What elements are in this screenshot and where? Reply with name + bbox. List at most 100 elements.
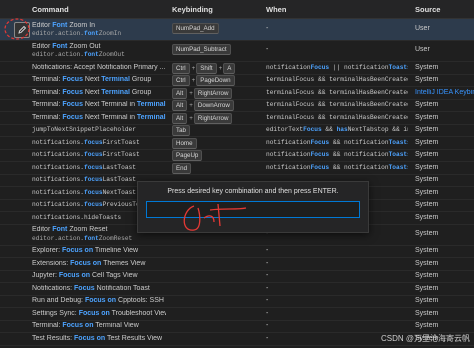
command-id: editor.action.fontZoomOut [32,51,166,58]
table-row[interactable]: notifications.focusLastToast End notificat… [0,161,474,175]
key-cap: PageUp [172,150,203,161]
when-cell: notificationFocus && notificationToastsV… [266,164,408,171]
command-cell: Editor Font Zoom Out [32,43,166,50]
text-segment: Zoom Out [67,42,101,50]
match-highlight: focus [83,138,103,146]
text-segment: NextTabstop && inS... [347,126,408,133]
source-cell: System [415,229,439,237]
key-cap: PageDown [196,75,235,86]
source-cell: System [415,101,439,108]
table-row[interactable]: Extensions: Focus on Themes View - System [0,257,474,271]
match-highlight: focus [83,151,103,158]
column-header-when[interactable]: When [266,5,286,14]
match-highlight: on [81,272,90,279]
column-header-keybinding[interactable]: Keybinding [172,5,213,14]
text-segment: notification [266,63,311,71]
table-row[interactable]: Explorer: Focus on Timeline View - System [0,245,474,258]
red-scribble-annotation [183,203,247,231]
match-highlight: Focus [74,334,95,342]
text-segment: notification [266,163,311,171]
text-segment: Notifications: Accept Notification Prima… [32,63,166,71]
table-row[interactable]: Editor Font Zoom In editor.action.fontZoo… [0,19,474,41]
column-header-source[interactable]: Source [415,5,440,14]
when-cell: notificationFocus || notificationToastsV… [266,64,408,71]
source-cell: System [415,272,439,279]
match-highlight: Focus [62,88,83,96]
text-segment: notifications.hideToasts [32,213,122,221]
source-cell: System [415,201,439,208]
when-cell: - [266,259,269,267]
keybinding-cell: Alt + RightArrow [172,112,262,124]
source-cell: System [415,138,439,146]
table-row[interactable]: Terminal: Focus Next Terminal Group Ctrl +… [0,74,474,87]
keybinding-cell: Home [172,137,262,149]
source-cell: System [415,247,439,254]
text-segment: Terminal: [32,113,63,121]
match-highlight: Focus [62,101,83,108]
match-highlight: Focus [62,113,83,121]
command-cell: Terminal: Focus on Terminal View [32,322,166,329]
watermark: CSDN @万里沧海寄云帆 [380,334,470,343]
match-highlight: on [96,334,106,342]
key-cap: NumPad_Subtract [172,44,231,55]
match-highlight: Focus [310,138,330,146]
match-highlight: Focus [310,163,330,171]
match-highlight: font [83,30,99,37]
command-cell: Settings Sync: Focus on Troubleshoot Vie… [32,310,166,317]
match-highlight: Focus [310,151,330,158]
match-highlight: Terminal [136,101,166,108]
table-row[interactable]: Run and Debug: Focus on Cpptools: SSH t.… [0,295,474,308]
when-cell: - [266,46,269,53]
command-cell: notifications.focusFirstToast [32,151,166,158]
match-highlight: Terminal [136,113,166,121]
text-segment: Cell Tags View [90,272,138,279]
table-row[interactable]: Editor Font Zoom Out editor.action.fontZo… [0,40,474,62]
match-highlight: Focus [84,297,106,304]
text-segment: Jupyter: [32,272,59,279]
table-row[interactable]: notifications.focusFirstToast PageUp notif… [0,149,474,162]
table-row[interactable]: Terminal: Focus Next Terminal in Termina… [0,111,474,125]
source-cell: System [415,297,439,304]
text-segment: editor.action. [32,51,84,58]
when-cell: - [266,297,269,304]
match-highlight: Terminal [101,76,130,83]
source-cell: System [415,309,439,317]
command-cell: jumpToNextSnippetPlaceholder [32,126,166,133]
table-row[interactable]: Jupyter: Focus on Cell Tags View - System [0,270,474,283]
match-highlight: Focus [62,322,83,329]
when-cell: - [266,272,269,279]
text-segment: Timeline View [93,247,139,254]
table-row[interactable]: notifications.focusFirstToast Home notific… [0,136,474,150]
text-segment: jumpToNextSnippetPlaceholder [32,126,136,133]
match-highlight: on [92,259,102,267]
source-cell: System [415,126,439,133]
key-separator: + [191,77,196,84]
text-segment: Terminal: [32,76,63,83]
text-segment: Next Terminal in [82,113,137,121]
text-segment: FirstToast [102,138,140,146]
table-row[interactable]: Notifications: Focus Notification Toast -… [0,282,474,296]
table-row[interactable]: Terminal: Focus on Terminal View - System [0,320,474,333]
match-highlight: Font [52,21,68,29]
key-cap: Alt [172,87,188,99]
table-row[interactable]: Terminal: Focus Next Terminal in Termina… [0,99,474,112]
text-segment: && notification [329,138,389,146]
text-segment: Next [82,88,102,96]
table-row[interactable]: Terminal: Focus Next Terminal Group Alt + R… [0,86,474,100]
text-segment: Terminal: [32,101,63,108]
table-row[interactable]: Notifications: Accept Notification Prima… [0,61,474,75]
text-segment: notification [266,138,311,146]
source-cell: System [415,322,439,329]
table-row[interactable]: Settings Sync: Focus on Troubleshoot Vie… [0,307,474,321]
text-segment: && notification [329,163,389,171]
command-cell: Notifications: Accept Notification Prima… [32,64,166,71]
column-header-command[interactable]: Command [32,5,69,14]
source-cell: User [415,46,430,53]
match-highlight: Focus [70,259,91,267]
text-segment: Group [129,88,152,96]
key-separator: + [189,89,193,97]
text-segment: Terminal: [32,88,63,96]
table-row[interactable]: jumpToNextSnippetPlaceholder Tab editorTex… [0,124,474,137]
command-cell: Explorer: Focus on Timeline View [32,247,166,254]
command-cell: Terminal: Focus Next Terminal Group [32,76,166,83]
